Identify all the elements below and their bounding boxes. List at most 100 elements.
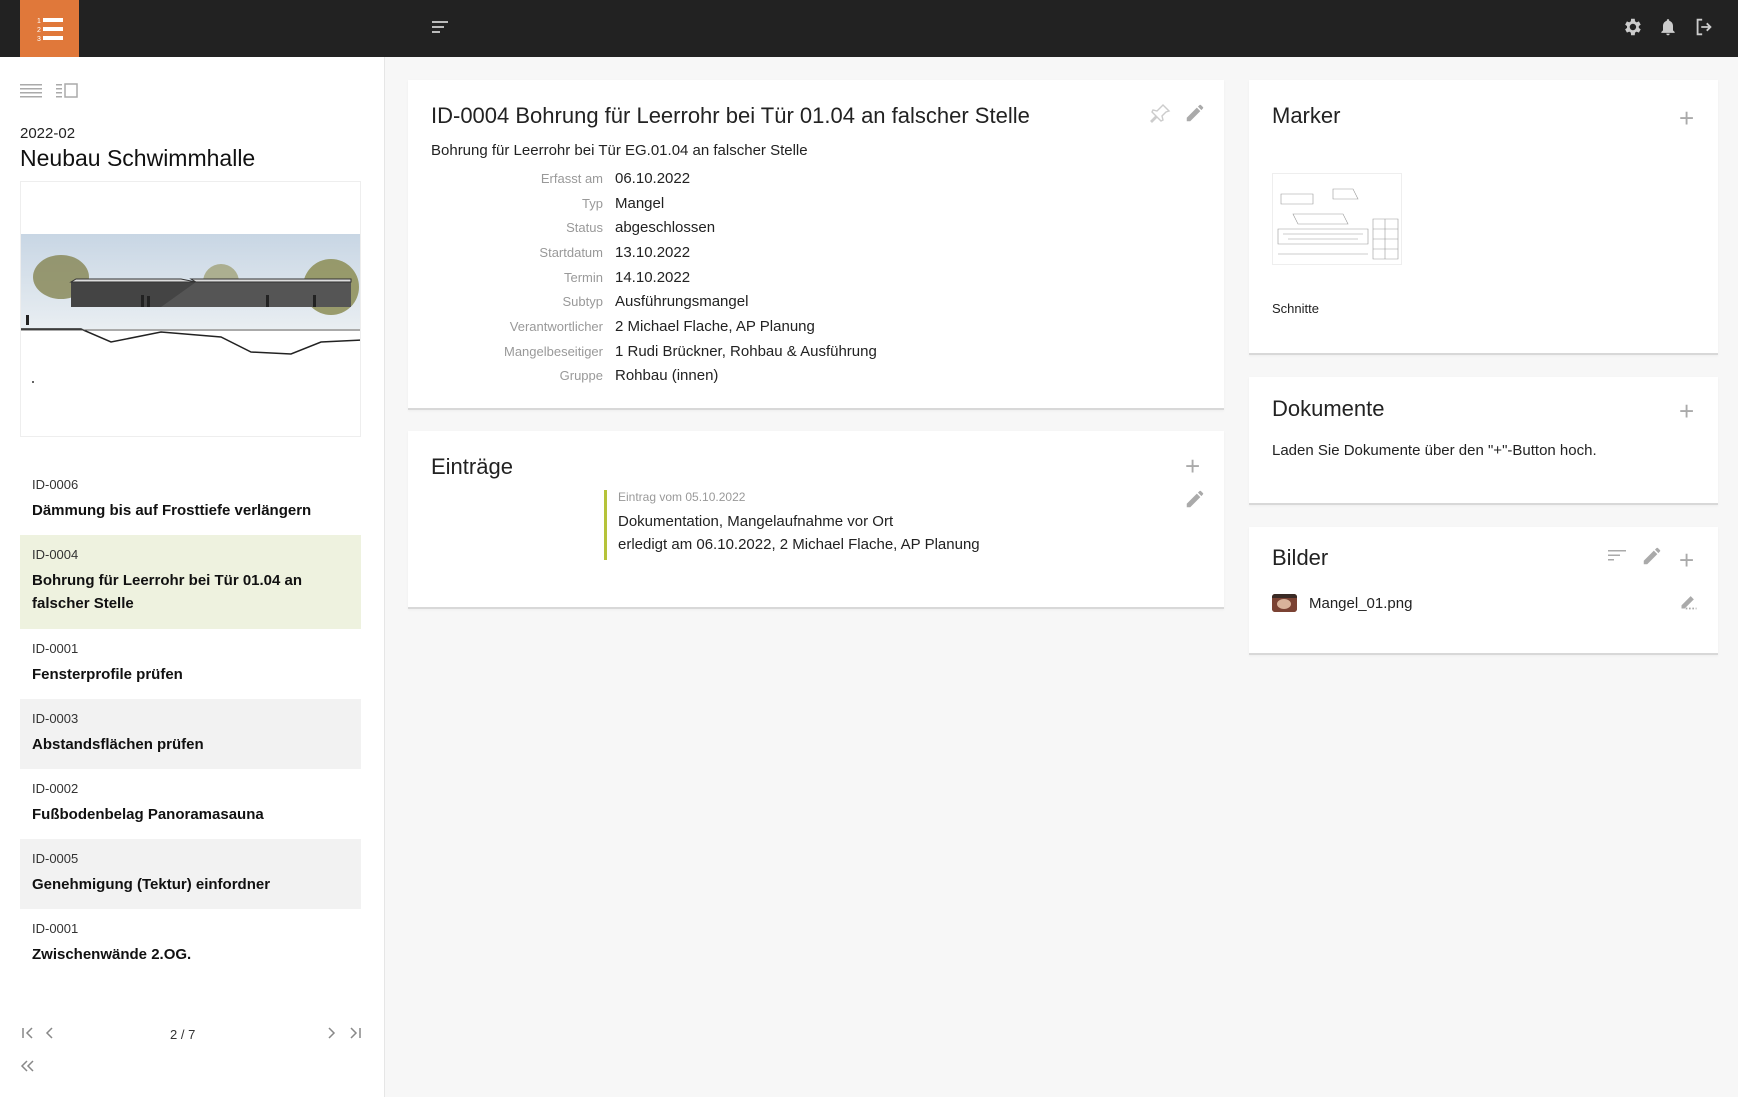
svg-text:1: 1 [37,18,41,25]
project-code: 2022-02 [20,125,76,142]
list-item[interactable]: ID-0001 Fensterprofile prüfen [20,629,361,699]
documents-card: Dokumente + Laden Sie Dokumente über den… [1249,377,1718,505]
property-value: 1 Rudi Brückner, Rohbau & Ausführung [615,342,877,360]
property-label: Termin [563,269,603,285]
logout-icon [1696,18,1712,36]
plus-icon: + [1679,103,1695,133]
bell-icon [1661,19,1675,36]
add-document-button[interactable]: + [1679,398,1694,424]
property-row: Status abgeschlossen [431,215,877,240]
edit-entry-button[interactable] [1184,488,1206,510]
pin-icon [1150,104,1171,123]
property-label: Verantwortlicher [509,318,603,334]
pencil-icon [1643,547,1661,565]
page-count: 2 / 7 [170,1027,196,1042]
property-label: Typ [582,195,603,211]
edit-button[interactable] [1184,102,1206,124]
list-item-title: Zwischenwände 2.OG. [32,946,192,963]
images-card: Bilder + Mangel_01.png [1249,527,1718,655]
list-item-title: Fensterprofile prüfen [32,666,183,683]
project-name: Neubau Schwimmhalle [20,145,256,171]
pencil-icon [1186,490,1204,508]
property-row: Gruppe Rohbau (innen) [431,364,877,389]
property-label: Subtyp [562,294,603,310]
plus-icon: + [1679,545,1695,575]
list-item-id: ID-0004 [32,547,79,562]
detail-card: ID-0004 Bohrung für Leerrohr bei Tür 01.… [408,80,1224,410]
property-value: 06.10.2022 [615,169,691,187]
entry-status: erledigt am 06.10.2022, 2 Michael Flache… [618,536,980,553]
property-label: Startdatum [539,244,603,260]
menu-toggle-button[interactable] [429,17,451,37]
list-view-icon[interactable] [20,81,42,99]
marker-card: Marker + Schnitte [1249,80,1718,355]
double-chevron-left-icon [20,1060,34,1072]
property-value: abgeschlossen [615,219,716,237]
entry-text: Dokumentation, Mangelaufnahme vor Ort [618,513,894,530]
detail-title: ID-0004 Bohrung für Leerrohr bei Tür 01.… [431,103,1030,128]
list-item[interactable]: ID-0004 Bohrung für Leerrohr bei Tür 01.… [20,535,361,629]
detail-subtitle: Bohrung für Leerrohr bei Tür EG.01.04 an… [431,142,808,159]
property-row: Subtyp Ausführungsmangel [431,289,877,314]
entry-date: Eintrag vom 05.10.2022 [618,490,746,504]
list-item-id: ID-0001 [32,641,79,656]
plan-thumbnail-label: Schnitte [1272,301,1319,316]
property-row: Startdatum 13.10.2022 [431,240,877,265]
list-item[interactable]: ID-0001 Zwischenwände 2.OG. [20,909,361,979]
list-item-title: Genehmigung (Tektur) einfordner [32,876,271,893]
svg-text:2: 2 [37,27,41,34]
annotate-image-button[interactable] [1679,591,1699,611]
list-item-id: ID-0005 [32,851,79,866]
plan-thumbnail[interactable] [1272,173,1402,265]
list-item-title: Fußbodenbelag Panoramasauna [32,806,264,823]
settings-button[interactable] [1620,14,1644,40]
pin-button[interactable] [1148,102,1172,126]
add-image-button[interactable]: + [1679,547,1694,573]
split-view-icon[interactable] [56,81,78,99]
sort-images-button[interactable] [1607,547,1627,563]
entries-title: Einträge [431,454,513,479]
chevron-left-icon[interactable] [42,1025,58,1041]
entries-card: Einträge + Eintrag vom 05.10.2022 Dokume… [408,431,1224,609]
list-item[interactable]: ID-0003 Abstandsflächen prüfen [20,699,361,769]
property-list: Erfasst am 06.10.2022 Typ Mangel Status abg… [431,166,877,388]
add-marker-button[interactable]: + [1679,105,1694,131]
property-value: 14.10.2022 [615,268,691,286]
sort-icon [1608,550,1626,561]
notifications-button[interactable] [1656,14,1680,40]
image-file-name: Mangel_01.png [1309,594,1413,612]
list-item[interactable]: ID-0006 Dämmung bis auf Frosttiefe verlä… [20,465,361,535]
property-value: 2 Michael Flache, AP Planung [615,317,815,335]
image-thumbnail [1272,594,1297,612]
project-image [20,181,361,437]
issue-list: ID-0006 Dämmung bis auf Frosttiefe verlä… [20,465,361,979]
image-file-row[interactable]: Mangel_01.png [1272,594,1412,612]
property-row: Termin 14.10.2022 [431,265,877,290]
marker-title: Marker [1272,103,1341,128]
property-row: Mangelbeseitiger 1 Rudi Brückner, Rohbau … [431,339,877,364]
last-page-icon[interactable] [347,1025,363,1041]
edit-images-button[interactable] [1641,545,1663,567]
chevron-right-icon[interactable] [323,1025,339,1041]
add-entry-button[interactable]: + [1185,453,1200,479]
first-page-icon[interactable] [20,1025,36,1041]
collapse-sidebar-button[interactable] [18,1057,36,1080]
entry-item: Eintrag vom 05.10.2022 Dokumentation, Ma… [604,490,980,560]
images-title: Bilder [1272,545,1329,570]
list-item[interactable]: ID-0002 Fußbodenbelag Panoramasauna [20,769,361,839]
menu-icon [432,21,448,33]
list-item-id: ID-0002 [32,781,79,796]
list-item-id: ID-0003 [32,711,79,726]
list-item[interactable]: ID-0005 Genehmigung (Tektur) einfordner [20,839,361,909]
numbered-list-icon: 1 2 3 [37,17,63,43]
list-item-title: Abstandsflächen prüfen [32,736,204,753]
property-label: Gruppe [559,368,603,384]
property-label: Status [566,220,603,236]
property-value: Rohbau (innen) [615,367,719,385]
sidebar: 2022-02 Neubau Schwimmhalle ID-0006 Dämm… [0,57,385,1097]
documents-empty-text: Laden Sie Dokumente über den "+"-Button … [1272,442,1597,459]
logout-button[interactable] [1692,14,1716,40]
app-logo[interactable]: 1 2 3 [20,0,79,57]
plus-icon: + [1679,396,1695,426]
gear-icon [1625,18,1641,36]
